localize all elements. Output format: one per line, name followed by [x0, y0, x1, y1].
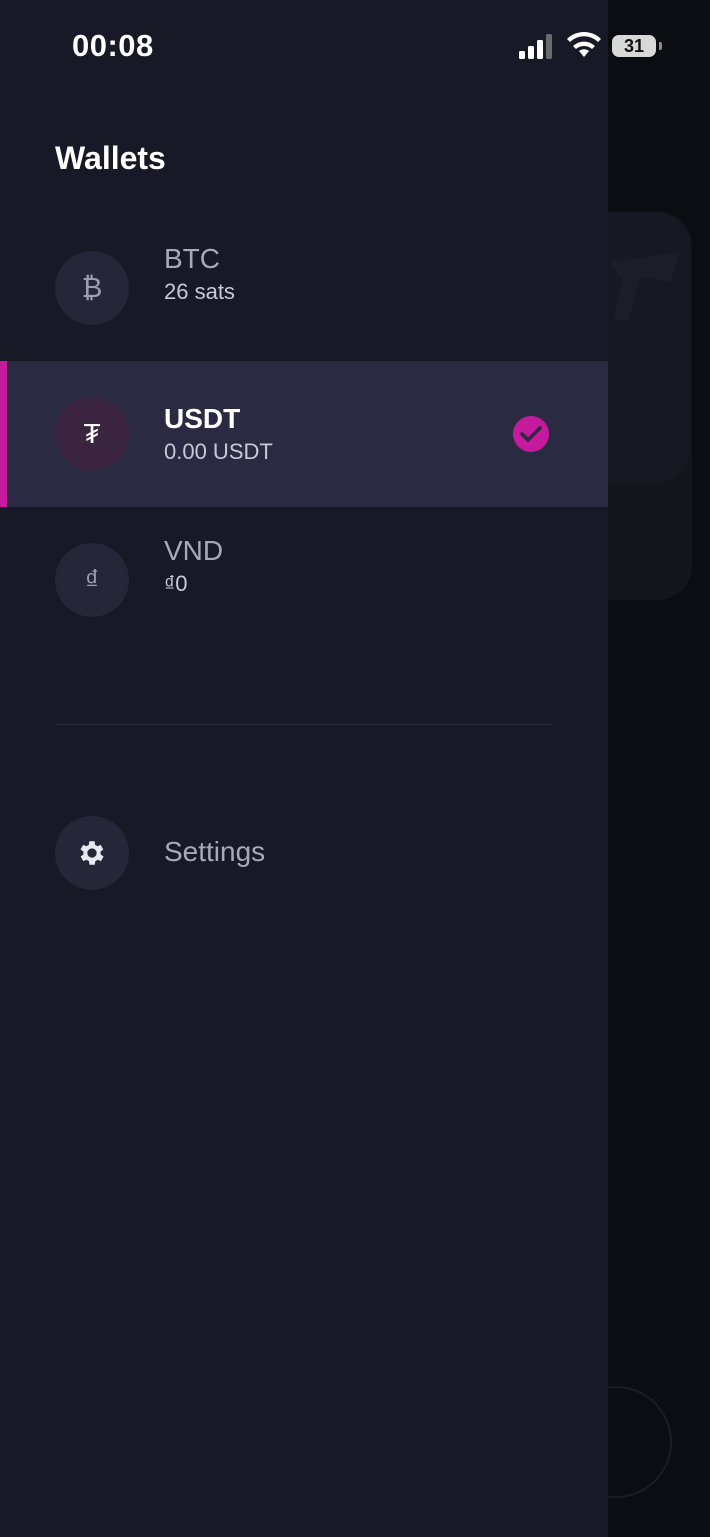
settings-menu-item[interactable]: Settings [0, 816, 608, 890]
dong-icon: ₫ [55, 543, 129, 617]
status-time: 00:08 [72, 28, 154, 63]
wallet-item-btc[interactable]: ₿ BTC 26 sats [0, 215, 608, 361]
tether-icon: ₮ [55, 397, 129, 471]
wallets-drawer: 00:08 31 Wallets ₿ BTC 26 sats ₮ USDT 0.… [0, 0, 662, 1537]
wallet-name: BTC [164, 243, 220, 274]
bitcoin-icon: ₿ [55, 251, 129, 325]
wallet-balance: 26 sats [164, 279, 235, 304]
battery-icon: 31 [612, 35, 656, 57]
wallet-balance: 0.00 USDT [164, 439, 273, 464]
cellular-signal-icon [516, 33, 556, 59]
wallet-balance: ₫0 [164, 571, 188, 596]
wallet-name: USDT [164, 403, 241, 434]
gear-icon [55, 816, 129, 890]
divider [55, 724, 552, 725]
drawer-title: Wallets [55, 140, 166, 176]
battery-cap [659, 42, 662, 50]
checkmark-icon [513, 416, 549, 452]
selected-indicator [0, 361, 7, 507]
wallet-item-usdt[interactable]: ₮ USDT 0.00 USDT [0, 361, 608, 507]
background-logo-icon [610, 252, 680, 322]
wifi-icon [567, 31, 601, 57]
settings-label: Settings [164, 836, 266, 867]
wallet-item-vnd[interactable]: ₫ VND ₫0 [0, 507, 608, 653]
wallet-name: VND [164, 535, 224, 566]
